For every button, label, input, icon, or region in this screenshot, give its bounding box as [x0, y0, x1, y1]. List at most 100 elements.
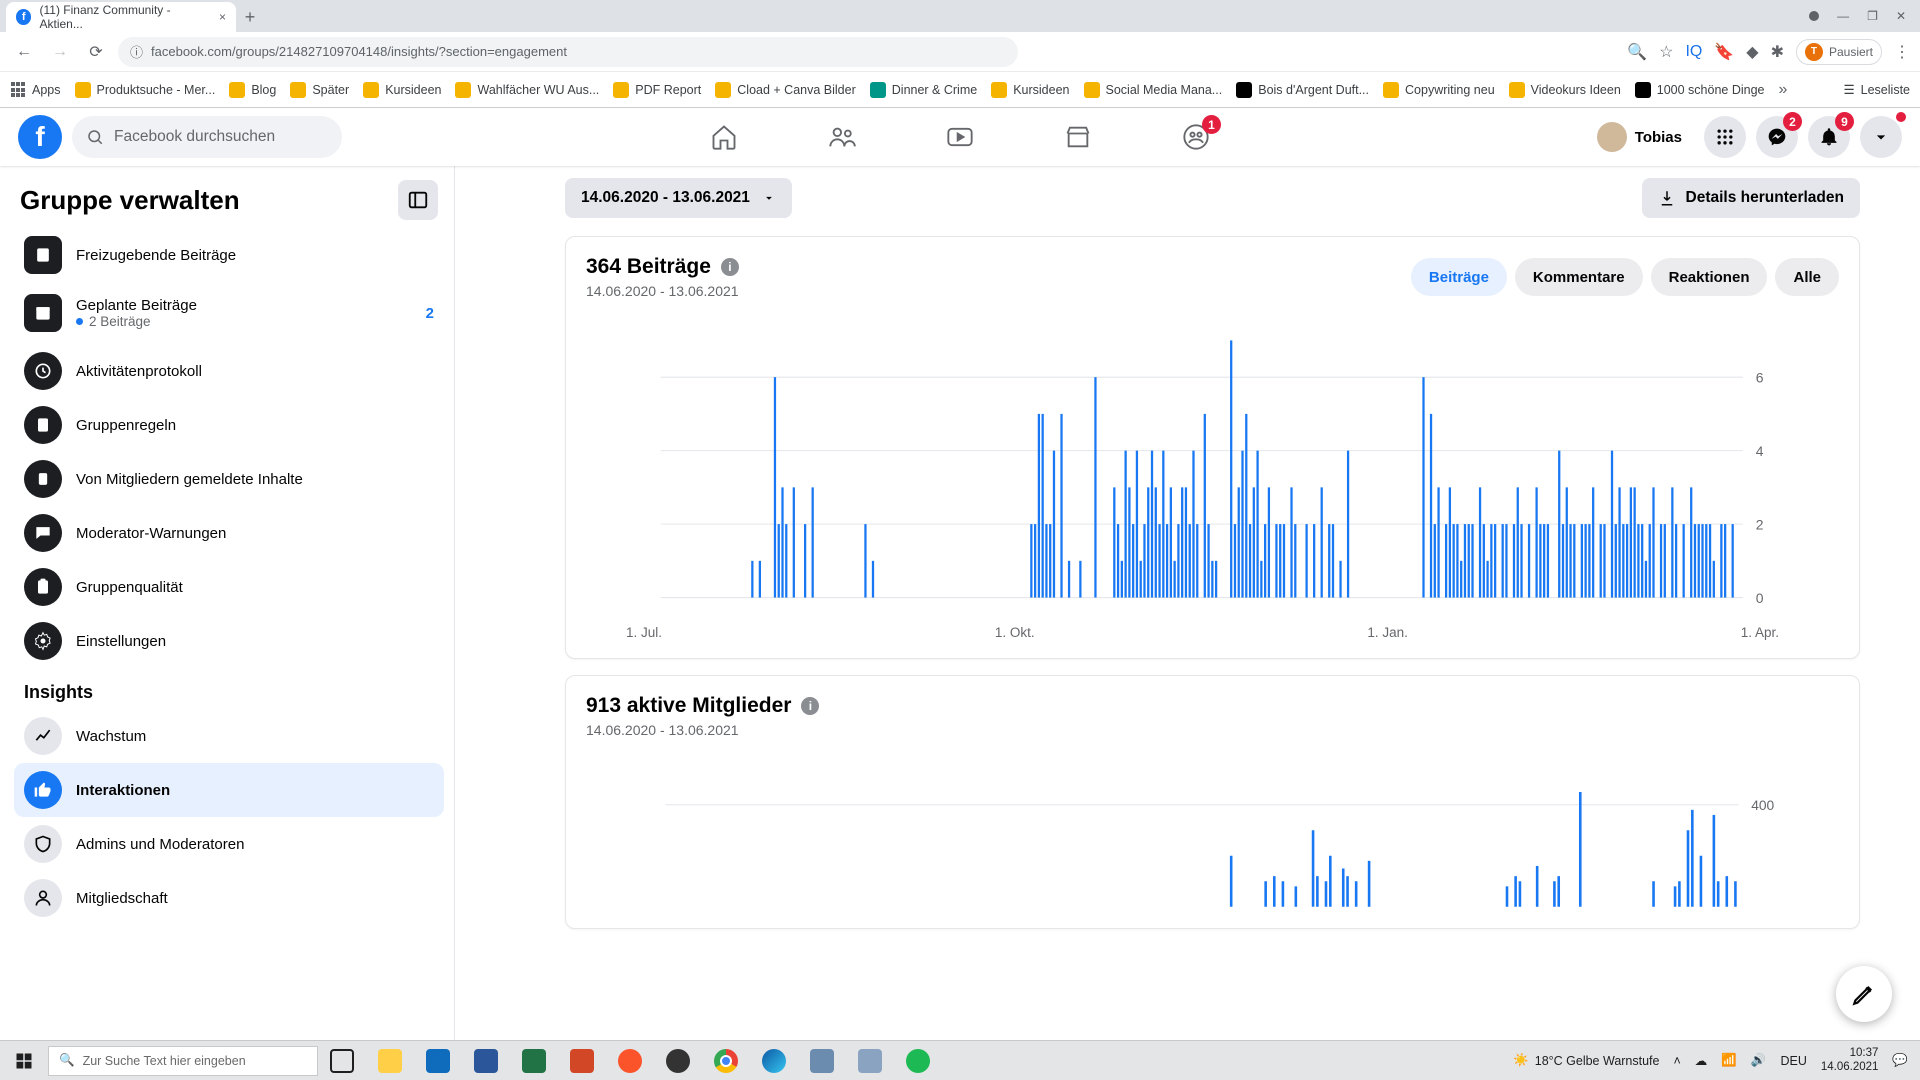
- sidebar-item-quality[interactable]: Gruppenqualität: [14, 560, 444, 614]
- lang-indicator[interactable]: DEU: [1780, 1054, 1806, 1068]
- sidebar-item-reported[interactable]: Von Mitgliedern gemeldete Inhalte: [14, 452, 444, 506]
- taskbar-search[interactable]: 🔍 Zur Suche Text hier eingeben: [48, 1046, 318, 1076]
- close-window-button[interactable]: ✕: [1896, 9, 1906, 23]
- collapse-button[interactable]: [398, 180, 438, 220]
- fb-logo-icon[interactable]: f: [18, 115, 62, 159]
- address-bar[interactable]: ⓘ facebook.com/groups/214827109704148/in…: [118, 37, 1018, 67]
- taskview-icon[interactable]: [318, 1041, 366, 1080]
- kebab-icon[interactable]: ⋮: [1894, 42, 1910, 62]
- bookmark-item[interactable]: Videokurs Ideen: [1509, 82, 1621, 98]
- bookmark-item[interactable]: Später: [290, 82, 349, 98]
- nav-groups[interactable]: 1: [1141, 111, 1251, 163]
- app1-icon[interactable]: [798, 1041, 846, 1080]
- posts-card: 364 Beiträge i 14.06.2020 - 13.06.2021 B…: [565, 236, 1860, 659]
- messenger-button[interactable]: 2: [1756, 116, 1798, 158]
- bookmark-item[interactable]: Cload + Canva Bilder: [715, 82, 855, 98]
- bm-overflow-icon[interactable]: »: [1779, 81, 1788, 99]
- tab-reactions[interactable]: Reaktionen: [1651, 258, 1768, 296]
- sidebar-item-settings[interactable]: Einstellungen: [14, 614, 444, 668]
- minimize-button[interactable]: —: [1837, 9, 1849, 23]
- new-tab-button[interactable]: +: [236, 4, 264, 32]
- tab-all[interactable]: Alle: [1775, 258, 1839, 296]
- date-range-selector[interactable]: 14.06.2020 - 13.06.2021: [565, 178, 792, 218]
- info-icon[interactable]: i: [721, 258, 739, 276]
- sidebar: Gruppe verwalten Freizugebende Beiträge …: [0, 166, 455, 1040]
- bookmark-item[interactable]: Dinner & Crime: [870, 82, 977, 98]
- bookmark-item[interactable]: Copywriting neu: [1383, 82, 1495, 98]
- browser-tab[interactable]: f (11) Finanz Community - Aktien... ×: [6, 2, 236, 32]
- reading-list-button[interactable]: ☰ Leseliste: [1843, 82, 1910, 97]
- tab-posts[interactable]: Beiträge: [1411, 258, 1507, 296]
- sidebar-item-membership[interactable]: Mitgliedschaft: [14, 871, 444, 925]
- bookmark-item[interactable]: Bois d'Argent Duft...: [1236, 82, 1369, 98]
- folder-icon: [870, 82, 886, 98]
- nav-friends[interactable]: [787, 111, 897, 163]
- explorer-icon[interactable]: [366, 1041, 414, 1080]
- folder-icon: [991, 82, 1007, 98]
- nav-home[interactable]: [669, 111, 779, 163]
- notifications-button[interactable]: 9: [1808, 116, 1850, 158]
- tab-comments[interactable]: Kommentare: [1515, 258, 1643, 296]
- sidebar-item-activity[interactable]: Aktivitätenprotokoll: [14, 344, 444, 398]
- ext-menu-icon[interactable]: ✱: [1771, 42, 1784, 62]
- sidebar-item-modwarn[interactable]: Moderator-Warnungen: [14, 506, 444, 560]
- ext2-icon[interactable]: 🔖: [1714, 42, 1734, 62]
- back-button[interactable]: ←: [10, 38, 38, 66]
- nav-marketplace[interactable]: [1023, 111, 1133, 163]
- chart-tabs: Beiträge Kommentare Reaktionen Alle: [1411, 258, 1839, 296]
- account-dropdown-button[interactable]: [1860, 116, 1902, 158]
- word-icon[interactable]: [462, 1041, 510, 1080]
- sidebar-item-admins[interactable]: Admins und Moderatoren: [14, 817, 444, 871]
- excel-icon[interactable]: [510, 1041, 558, 1080]
- zoom-icon[interactable]: 🔍: [1627, 42, 1647, 62]
- powerpoint-icon[interactable]: [558, 1041, 606, 1080]
- spotify-icon[interactable]: [894, 1041, 942, 1080]
- bookmark-item[interactable]: Produktsuche - Mer...: [75, 82, 216, 98]
- sidebar-item-scheduled[interactable]: Geplante Beiträge 2 Beiträge 2: [14, 282, 444, 344]
- apps-button[interactable]: Apps: [10, 82, 61, 98]
- insights-header: Insights: [14, 668, 444, 709]
- bookmark-item[interactable]: Blog: [229, 82, 276, 98]
- avatar-dot-icon[interactable]: [1809, 11, 1819, 21]
- star-icon[interactable]: ☆: [1659, 42, 1673, 62]
- bookmark-item[interactable]: Kursideen: [991, 82, 1069, 98]
- maximize-button[interactable]: ❐: [1867, 9, 1878, 23]
- obs-icon[interactable]: [654, 1041, 702, 1080]
- volume-icon[interactable]: 🔊: [1751, 1053, 1767, 1068]
- ext3-icon[interactable]: ◆: [1746, 42, 1758, 62]
- start-button[interactable]: [0, 1041, 48, 1080]
- weather-widget[interactable]: ☀️ 18°C Gelbe Warnstufe: [1513, 1053, 1659, 1068]
- bookmark-item[interactable]: Kursideen: [363, 82, 441, 98]
- sidebar-item-growth[interactable]: Wachstum: [14, 709, 444, 763]
- bookmark-item[interactable]: 1000 schöne Dinge: [1635, 82, 1765, 98]
- menu-button[interactable]: [1704, 116, 1746, 158]
- clock[interactable]: 10:37 14.06.2021: [1821, 1047, 1879, 1073]
- mail-icon[interactable]: [414, 1041, 462, 1080]
- sidebar-item-pending[interactable]: Freizugebende Beiträge: [14, 228, 444, 282]
- wifi-icon[interactable]: 📶: [1721, 1053, 1737, 1068]
- cloud-icon[interactable]: ☁: [1695, 1053, 1708, 1068]
- gear-icon: [24, 622, 62, 660]
- ext1-icon[interactable]: IQ: [1685, 43, 1702, 61]
- reload-button[interactable]: ⟳: [82, 38, 110, 66]
- sidebar-item-rules[interactable]: Gruppenregeln: [14, 398, 444, 452]
- user-chip[interactable]: Tobias: [1593, 118, 1694, 156]
- app2-icon[interactable]: [846, 1041, 894, 1080]
- brave-icon[interactable]: [606, 1041, 654, 1080]
- forward-button[interactable]: →: [46, 38, 74, 66]
- close-icon[interactable]: ×: [219, 10, 226, 24]
- profile-paused-chip[interactable]: T Pausiert: [1796, 39, 1882, 65]
- chrome-icon[interactable]: [702, 1041, 750, 1080]
- edge-icon[interactable]: [750, 1041, 798, 1080]
- info-icon[interactable]: i: [801, 697, 819, 715]
- compose-button[interactable]: [1836, 966, 1892, 1022]
- tray-up-icon[interactable]: ˄: [1673, 1054, 1680, 1068]
- download-button[interactable]: Details herunterladen: [1642, 178, 1861, 218]
- sidebar-item-interactions[interactable]: Interaktionen: [14, 763, 444, 817]
- bookmark-item[interactable]: PDF Report: [613, 82, 701, 98]
- notification-center-icon[interactable]: 💬: [1892, 1053, 1908, 1068]
- bookmark-item[interactable]: Social Media Mana...: [1084, 82, 1223, 98]
- bookmark-item[interactable]: Wahlfächer WU Aus...: [455, 82, 599, 98]
- nav-watch[interactable]: [905, 111, 1015, 163]
- search-input[interactable]: Facebook durchsuchen: [72, 116, 342, 158]
